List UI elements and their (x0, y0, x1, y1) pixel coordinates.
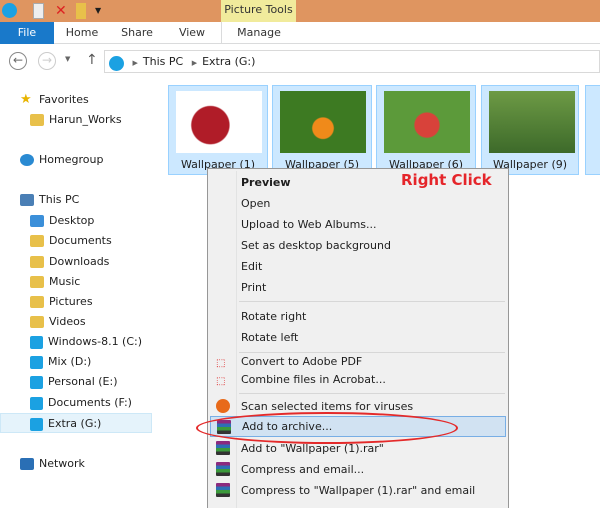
menu-item-open[interactable]: Open (210, 193, 506, 214)
folder-icon (30, 296, 44, 308)
tab-view[interactable]: View (170, 22, 214, 44)
sidebar-item-drive-g[interactable]: Extra (G:) (0, 413, 152, 433)
menu-item-rotate-left[interactable]: Rotate left (210, 327, 506, 348)
breadcrumb-this-pc[interactable]: This PC (143, 55, 183, 68)
menu-item-set-background[interactable]: Set as desktop background (210, 235, 506, 256)
ribbon-tabs: File Home Share View Manage (0, 22, 600, 44)
antivirus-icon (216, 399, 230, 413)
navigation-pane: ★ Favorites Harun_Works Homegroup This PC… (0, 82, 152, 508)
folder-icon (30, 256, 44, 268)
folder-icon (30, 316, 44, 328)
breadcrumb-extra-g[interactable]: Extra (G:) (202, 55, 255, 68)
back-button[interactable]: ← (9, 52, 27, 70)
drive-icon (30, 417, 43, 431)
sidebar-item-videos[interactable]: Videos (30, 312, 86, 332)
sidebar-item-this-pc[interactable]: This PC (20, 190, 79, 210)
sidebar-item-drive-e[interactable]: Personal (E:) (30, 372, 118, 392)
file-thumbnail[interactable]: Wallpaper (6) (376, 85, 476, 175)
drive-icon (30, 396, 43, 410)
tab-file[interactable]: File (0, 22, 54, 44)
sidebar-item-drive-c[interactable]: Windows-8.1 (C:) (30, 332, 142, 352)
thumbnail-image (280, 91, 366, 153)
sidebar-item-pictures[interactable]: Pictures (30, 292, 93, 312)
computer-icon (20, 194, 34, 206)
menu-item-upload[interactable]: Upload to Web Albums... (210, 214, 506, 235)
customize-toolbar-icon[interactable]: ▼ (95, 3, 101, 19)
file-thumbnail-partial[interactable] (585, 85, 600, 175)
menu-item-combine-acrobat[interactable]: ⬚ Combine files in Acrobat... (210, 371, 506, 389)
chevron-right-icon: ▶ (132, 59, 138, 67)
folder-icon (30, 276, 44, 288)
recent-locations-icon[interactable]: ▼ (65, 55, 70, 63)
thumbnail-image (489, 91, 575, 153)
new-folder-icon[interactable] (76, 3, 86, 19)
winrar-icon (216, 441, 230, 455)
pdf-icon: ⬚ (216, 358, 226, 369)
tab-share[interactable]: Share (115, 22, 159, 44)
folder-icon (30, 114, 44, 126)
sidebar-item-documents[interactable]: Documents (30, 231, 112, 251)
menu-item-rotate-right[interactable]: Rotate right (210, 306, 506, 327)
drive-icon (30, 375, 43, 389)
thumbnail-image (384, 91, 470, 153)
picture-tools-label: Picture Tools (221, 0, 296, 22)
title-bar: ✕ ▼ Picture Tools (0, 0, 600, 22)
this-pc-icon (109, 56, 124, 71)
network-icon (20, 458, 34, 470)
star-icon: ★ (20, 92, 32, 107)
properties-icon[interactable] (33, 3, 44, 19)
divider (239, 301, 505, 302)
menu-item-edit[interactable]: Edit (210, 256, 506, 277)
sidebar-item-favorites[interactable]: ★ Favorites (20, 90, 89, 110)
chevron-right-icon: ▶ (191, 59, 198, 67)
winrar-icon (216, 462, 230, 476)
tab-home[interactable]: Home (60, 22, 104, 44)
divider (239, 393, 505, 394)
delete-icon[interactable]: ✕ (55, 3, 67, 19)
menu-item-print[interactable]: Print (210, 277, 506, 298)
context-menu: Preview Open Upload to Web Albums... Set… (207, 168, 509, 508)
winrar-icon (216, 483, 230, 497)
desktop-icon (30, 215, 44, 227)
menu-item-compress-email[interactable]: Compress and email... (210, 459, 506, 480)
tab-manage[interactable]: Manage (222, 22, 296, 44)
sidebar-item-desktop[interactable]: Desktop (30, 211, 94, 231)
up-button[interactable]: ↑ (86, 52, 98, 68)
forward-button[interactable]: → (38, 52, 56, 70)
sidebar-item-network[interactable]: Network (20, 454, 85, 474)
file-thumbnail[interactable]: Wallpaper (9) (481, 85, 579, 175)
sidebar-item-downloads[interactable]: Downloads (30, 252, 109, 272)
folder-icon (30, 235, 44, 247)
drive-icon (30, 355, 43, 369)
drive-icon (30, 335, 43, 349)
acrobat-icon: ⬚ (216, 376, 226, 387)
file-thumbnail[interactable]: Wallpaper (1) (168, 85, 268, 175)
sidebar-item-harun-works[interactable]: Harun_Works (30, 110, 122, 130)
menu-item-convert-pdf[interactable]: ⬚ Convert to Adobe PDF (210, 353, 506, 371)
annotation-ellipse (196, 412, 458, 444)
sidebar-item-music[interactable]: Music (30, 272, 80, 292)
menu-item-compress-rar-email[interactable]: Compress to "Wallpaper (1).rar" and emai… (210, 480, 506, 501)
file-thumbnail[interactable]: Wallpaper (5) (272, 85, 372, 175)
address-bar[interactable]: ▶ This PC ▶ Extra (G:) (104, 50, 600, 73)
homegroup-icon (20, 154, 34, 166)
sidebar-item-homegroup[interactable]: Homegroup (20, 150, 103, 170)
annotation-label: Right Click (401, 171, 492, 189)
explorer-icon[interactable] (2, 3, 17, 18)
sidebar-item-drive-f[interactable]: Documents (F:) (30, 393, 132, 413)
thumbnail-image (176, 91, 262, 153)
sidebar-item-drive-d[interactable]: Mix (D:) (30, 352, 91, 372)
